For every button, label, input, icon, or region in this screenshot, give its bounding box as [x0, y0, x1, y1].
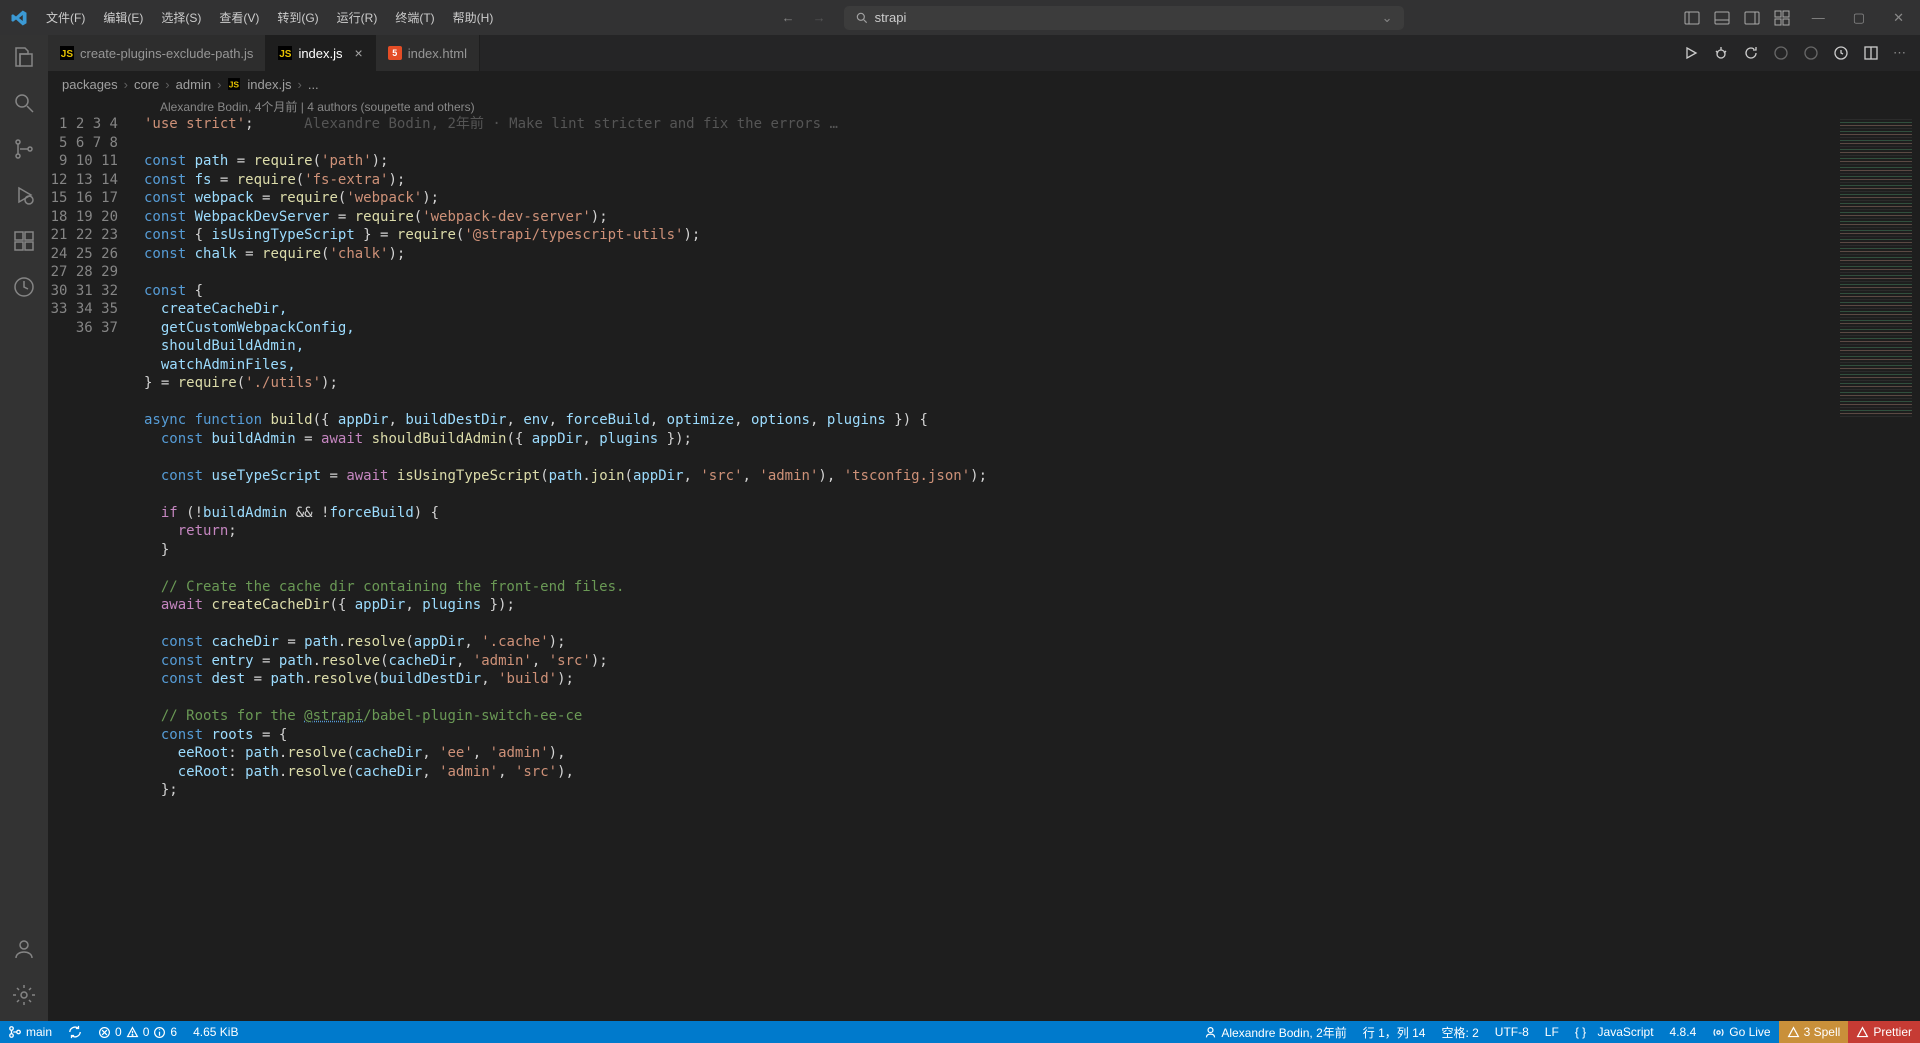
search-panel-icon[interactable] [12, 91, 36, 115]
tabs: JS create-plugins-exclude-path.js JS ind… [48, 35, 1920, 71]
prettier-status[interactable]: Prettier [1848, 1021, 1920, 1043]
js-file-icon: JS [278, 46, 292, 60]
encoding-status[interactable]: UTF-8 [1487, 1021, 1537, 1043]
more-icon[interactable]: ⋯ [1893, 45, 1906, 61]
layout-sidebar-left-icon[interactable] [1684, 10, 1700, 26]
eol-status[interactable]: LF [1537, 1021, 1567, 1043]
js-file-icon: JS [228, 78, 240, 90]
menubar: 文件(F) 编辑(E) 选择(S) 查看(V) 转到(G) 运行(R) 终端(T… [38, 5, 501, 30]
status-bar: main 0 0 6 4.65 KiB Alexandre Bodin, 2年前… [0, 1021, 1920, 1043]
version-status[interactable]: 4.8.4 [1662, 1021, 1705, 1043]
source-control-icon[interactable] [12, 137, 36, 161]
explorer-icon[interactable] [12, 45, 36, 69]
tab-create-plugins[interactable]: JS create-plugins-exclude-path.js [48, 35, 266, 71]
file-size[interactable]: 4.65 KiB [185, 1021, 246, 1043]
branch-indicator[interactable]: main [0, 1021, 60, 1043]
search-icon [855, 11, 869, 25]
menu-select[interactable]: 选择(S) [153, 5, 209, 30]
split-editor-icon[interactable] [1863, 45, 1879, 61]
window-maximize-icon[interactable]: ▢ [1853, 10, 1865, 26]
menu-edit[interactable]: 编辑(E) [95, 5, 151, 30]
tab-index-js[interactable]: JS index.js × [266, 35, 375, 71]
tab-label: index.js [298, 46, 342, 61]
indent-status[interactable]: 空格: 2 [1433, 1021, 1486, 1043]
layout-sidebar-right-icon[interactable] [1744, 10, 1760, 26]
nav-back-icon[interactable]: ← [782, 10, 795, 25]
layout-customize-icon[interactable] [1774, 10, 1790, 26]
timeline-clock-icon[interactable] [1833, 45, 1849, 61]
command-center-text: strapi [875, 10, 907, 25]
refresh-icon[interactable] [1743, 45, 1759, 61]
extensions-icon[interactable] [12, 229, 36, 253]
menu-file[interactable]: 文件(F) [38, 5, 93, 30]
sync-icon[interactable] [60, 1021, 90, 1043]
accounts-icon[interactable] [12, 937, 36, 961]
minimap[interactable] [1832, 115, 1920, 1021]
bc-tail: ... [308, 77, 319, 92]
js-file-icon: JS [60, 46, 74, 60]
diff-prev-icon[interactable] [1773, 45, 1789, 61]
bc-seg[interactable]: core [134, 77, 159, 92]
activity-bar [0, 35, 48, 1021]
tab-index-html[interactable]: 5 index.html [376, 35, 480, 71]
window-close-icon[interactable]: ✕ [1893, 10, 1904, 26]
html-file-icon: 5 [388, 46, 402, 60]
diff-next-icon[interactable] [1803, 45, 1819, 61]
window-minimize-icon[interactable]: — [1812, 10, 1825, 26]
spell-status[interactable]: 3 Spell [1779, 1021, 1849, 1043]
menu-goto[interactable]: 转到(G) [269, 5, 326, 30]
bc-seg[interactable]: admin [176, 77, 211, 92]
blame-status[interactable]: Alexandre Bodin, 2年前 [1196, 1021, 1354, 1043]
code-editor[interactable]: 'use strict'; Alexandre Bodin, 2年前 · Mak… [144, 115, 1832, 1021]
bc-seg[interactable]: packages [62, 77, 118, 92]
command-center[interactable]: strapi ⌄ [844, 6, 1404, 30]
nav-forward-icon[interactable]: → [813, 10, 826, 25]
bug-icon[interactable] [1713, 45, 1729, 61]
close-icon[interactable]: × [355, 45, 363, 61]
layout-panel-icon[interactable] [1714, 10, 1730, 26]
cursor-position[interactable]: 行 1，列 14 [1355, 1021, 1434, 1043]
line-numbers: 1 2 3 4 5 6 7 8 9 10 11 12 13 14 15 16 1… [48, 115, 144, 1021]
codelens[interactable]: Alexandre Bodin, 4个月前 | 4 authors (soupe… [48, 97, 1920, 115]
tab-label: create-plugins-exclude-path.js [80, 46, 253, 61]
editor-area: JS create-plugins-exclude-path.js JS ind… [48, 35, 1920, 1021]
breadcrumb[interactable]: packages› core› admin› JS index.js› ... [48, 71, 1920, 97]
language-status[interactable]: { } JavaScript [1567, 1021, 1662, 1043]
vscode-logo-icon [10, 9, 28, 27]
titlebar: 文件(F) 编辑(E) 选择(S) 查看(V) 转到(G) 运行(R) 终端(T… [0, 0, 1920, 35]
run-debug-icon[interactable] [12, 183, 36, 207]
timeline-icon[interactable] [12, 275, 36, 299]
run-icon[interactable] [1683, 45, 1699, 61]
menu-run[interactable]: 运行(R) [329, 5, 386, 30]
chevron-down-icon: ⌄ [1382, 10, 1393, 26]
bc-seg[interactable]: index.js [247, 77, 291, 92]
menu-view[interactable]: 查看(V) [211, 5, 267, 30]
settings-gear-icon[interactable] [12, 983, 36, 1007]
problems-indicator[interactable]: 0 0 6 [90, 1021, 185, 1043]
golive-status[interactable]: Go Live [1704, 1021, 1778, 1043]
menu-terminal[interactable]: 终端(T) [387, 5, 442, 30]
tab-label: index.html [408, 46, 467, 61]
menu-help[interactable]: 帮助(H) [445, 5, 502, 30]
